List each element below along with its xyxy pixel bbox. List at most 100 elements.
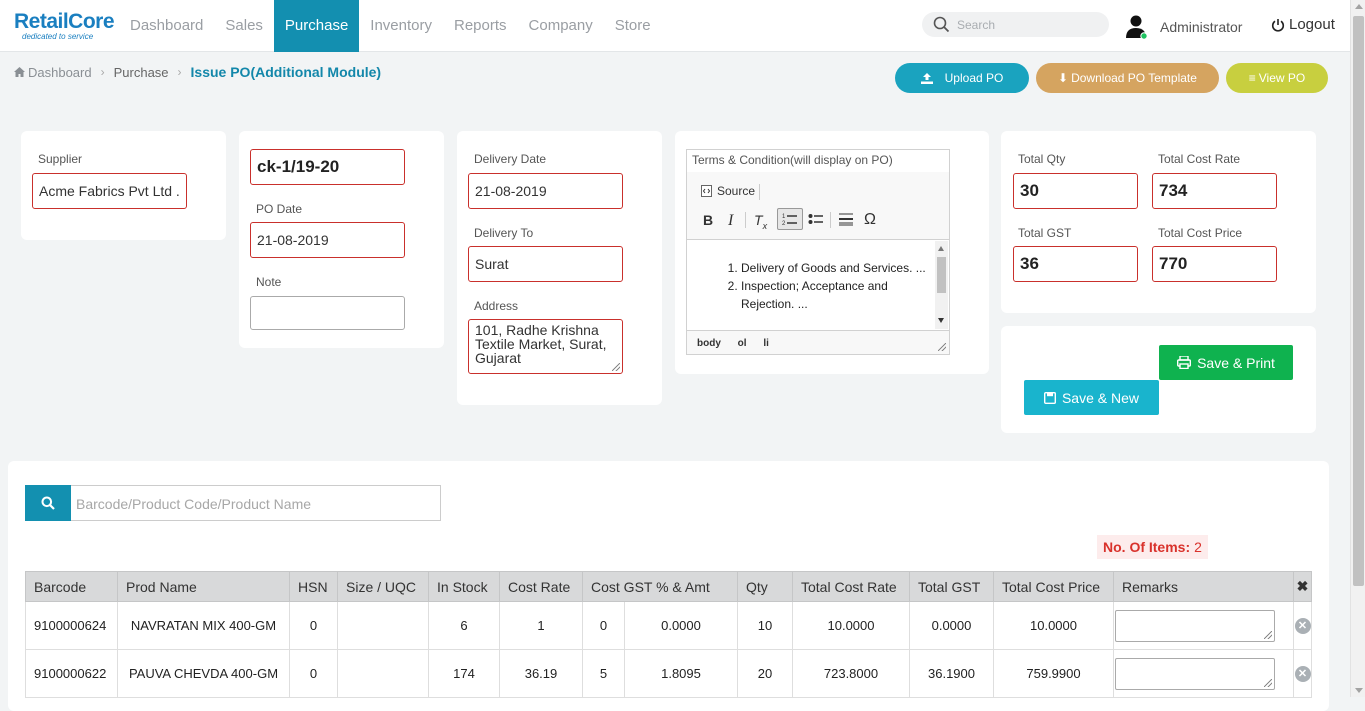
logout-button[interactable]: Logout xyxy=(1271,16,1335,33)
total-gst-input[interactable]: 36 xyxy=(1013,246,1138,282)
col-hsn[interactable]: HSN xyxy=(289,571,338,602)
cell-barcode: 9100000624 xyxy=(25,601,118,650)
cell-remarks xyxy=(1113,649,1294,698)
delivery-card: Delivery Date 21-08-2019 Delivery To Sur… xyxy=(457,131,662,405)
total-cost-rate-input[interactable]: 734 xyxy=(1152,173,1277,209)
col-prod-name[interactable]: Prod Name xyxy=(117,571,290,602)
user-menu[interactable]: Administrator xyxy=(1124,14,1242,40)
total-qty-input[interactable]: 30 xyxy=(1013,173,1138,209)
note-textarea[interactable] xyxy=(250,296,405,330)
path-li[interactable]: li xyxy=(763,338,769,349)
col-cost-rate[interactable]: Cost Rate xyxy=(499,571,583,602)
col-in-stock[interactable]: In Stock xyxy=(428,571,500,602)
product-search-button[interactable] xyxy=(25,485,71,521)
clear-all-icon[interactable]: ✖ xyxy=(1293,571,1312,602)
global-search-input[interactable] xyxy=(957,15,1102,34)
italic-icon[interactable]: I xyxy=(728,212,733,230)
resize-handle[interactable] xyxy=(612,363,620,371)
save-print-button[interactable]: Save & Print xyxy=(1159,345,1293,380)
bold-icon[interactable]: B xyxy=(703,212,713,228)
breadcrumb-section[interactable]: Purchase xyxy=(114,65,169,80)
breadcrumb-home[interactable]: Dashboard xyxy=(28,65,92,80)
col-remarks[interactable]: Remarks xyxy=(1113,571,1294,602)
path-body[interactable]: body xyxy=(697,338,721,349)
editor-path-bar: body ol li xyxy=(687,330,949,354)
cell-cost-rate[interactable]: 1 xyxy=(499,601,583,650)
editor-scroll-down[interactable] xyxy=(938,318,944,323)
nav-item-reports[interactable]: Reports xyxy=(443,0,518,52)
editor-resize-handle[interactable] xyxy=(938,343,946,351)
col-qty[interactable]: Qty xyxy=(737,571,793,602)
remove-format-icon[interactable]: Tx xyxy=(754,212,767,231)
scroll-up-arrow[interactable] xyxy=(1355,4,1363,9)
po-number-input[interactable]: ck-1/19-20 xyxy=(250,149,405,185)
cell-cost-rate[interactable]: 36.19 xyxy=(499,649,583,698)
remove-row-icon[interactable]: ✕ xyxy=(1294,617,1311,634)
cell-in-stock: 174 xyxy=(428,649,500,698)
upload-po-button[interactable]: Upload PO xyxy=(895,63,1029,93)
cell-qty[interactable]: 20 xyxy=(737,649,793,698)
special-char-icon[interactable]: Ω xyxy=(864,211,876,229)
table-row: 9100000624 NAVRATAN MIX 400-GM 0 6 1 0 0… xyxy=(25,601,1312,650)
cell-in-stock: 6 xyxy=(428,601,500,650)
col-total-cost-rate[interactable]: Total Cost Rate xyxy=(792,571,910,602)
scroll-down-arrow[interactable] xyxy=(1355,688,1363,693)
numbered-list-icon[interactable]: 12 xyxy=(777,208,803,230)
remove-row-icon[interactable]: ✕ xyxy=(1294,665,1311,682)
download-po-template-button[interactable]: ⬇ Download PO Template xyxy=(1036,63,1219,93)
terms-content[interactable]: Delivery of Goods and Services. ... Insp… xyxy=(687,241,949,329)
cell-total-cost-rate: 723.8000 xyxy=(792,649,910,698)
brand-logo[interactable]: RetailCore dedicated to service xyxy=(14,10,115,41)
editor-scroll-thumb[interactable] xyxy=(937,257,946,293)
nav-item-inventory[interactable]: Inventory xyxy=(359,0,443,52)
col-total-cost-price[interactable]: Total Cost Price xyxy=(993,571,1114,602)
supplier-input[interactable]: Acme Fabrics Pvt Ltd . xyxy=(32,173,187,209)
horizontal-line-icon[interactable] xyxy=(839,212,853,229)
upload-icon xyxy=(920,72,933,84)
download-po-template-label: Download PO Template xyxy=(1071,71,1197,85)
po-date-input[interactable]: 21-08-2019 xyxy=(250,222,405,258)
cell-hsn: 0 xyxy=(289,649,338,698)
nav-item-store[interactable]: Store xyxy=(604,0,662,52)
breadcrumb-separator: › xyxy=(100,65,105,79)
address-label: Address xyxy=(474,299,519,313)
col-cost-gst[interactable]: Cost GST % & Amt xyxy=(582,571,738,602)
product-search-input[interactable] xyxy=(76,494,426,514)
svg-text:2: 2 xyxy=(782,221,786,227)
remarks-input[interactable] xyxy=(1115,609,1275,642)
terms-item: Delivery of Goods and Services. ... xyxy=(741,259,927,277)
remarks-input[interactable] xyxy=(1115,657,1275,690)
brand-name: RetailCore xyxy=(14,10,115,33)
resize-handle[interactable] xyxy=(1264,630,1272,639)
address-textarea[interactable]: 101, Radhe Krishna Textile Market, Surat… xyxy=(468,319,623,374)
nav-item-dashboard[interactable]: Dashboard xyxy=(119,0,214,52)
bulleted-list-icon[interactable] xyxy=(808,212,824,229)
nav-item-purchase[interactable]: Purchase xyxy=(273,0,360,52)
delivery-to-input[interactable]: Surat xyxy=(468,246,623,282)
cell-total-gst: 0.0000 xyxy=(909,601,994,650)
page-scrollbar[interactable] xyxy=(1350,0,1365,697)
list-icon: ≡ xyxy=(1248,71,1256,85)
cell-gst-amt: 1.8095 xyxy=(624,649,738,698)
col-barcode[interactable]: Barcode xyxy=(25,571,118,602)
save-new-button[interactable]: Save & New xyxy=(1024,380,1159,415)
cell-qty[interactable]: 10 xyxy=(737,601,793,650)
nav-item-company[interactable]: Company xyxy=(518,0,604,52)
editor-scroll-up[interactable] xyxy=(938,246,944,251)
col-total-gst[interactable]: Total GST xyxy=(909,571,994,602)
source-button[interactable]: Source xyxy=(701,184,755,198)
delivery-date-input[interactable]: 21-08-2019 xyxy=(468,173,623,209)
resize-handle[interactable] xyxy=(1264,678,1272,687)
path-ol[interactable]: ol xyxy=(738,338,747,349)
supplier-label: Supplier xyxy=(38,152,83,166)
cell-remove: ✕ xyxy=(1293,649,1312,698)
svg-text:1: 1 xyxy=(782,214,786,220)
cell-gst-pct: 5 xyxy=(582,649,625,698)
view-po-button[interactable]: ≡ View PO xyxy=(1226,63,1328,93)
nav-item-sales[interactable]: Sales xyxy=(214,0,274,52)
scroll-thumb[interactable] xyxy=(1353,16,1364,586)
col-size-uqc[interactable]: Size / UQC xyxy=(337,571,429,602)
table-header-row: Barcode Prod Name HSN Size / UQC In Stoc… xyxy=(25,571,1312,602)
editor-scrollbar[interactable] xyxy=(935,241,948,329)
total-cost-price-input[interactable]: 770 xyxy=(1152,246,1277,282)
